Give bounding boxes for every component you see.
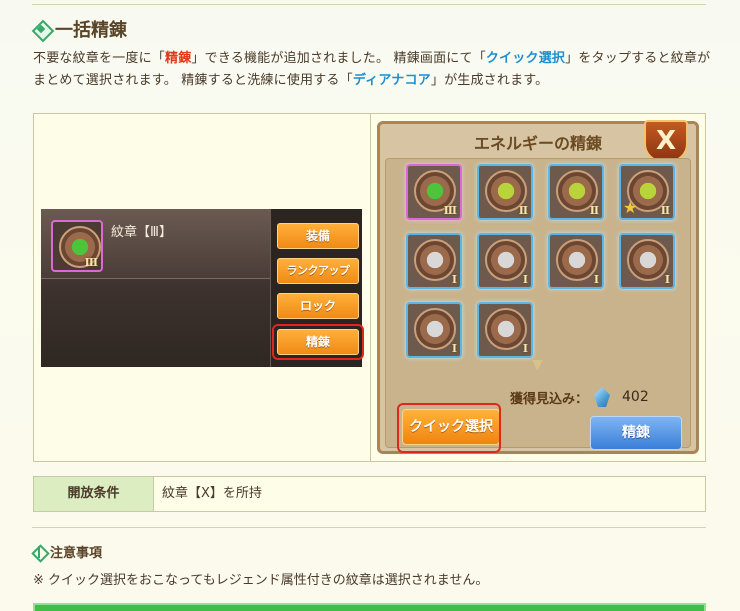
emblem-rank-badge: Ⅰ xyxy=(664,273,670,286)
emblem-rank-badge: Ⅰ xyxy=(593,273,599,286)
emblem-gem-icon xyxy=(556,239,598,281)
screenshot-figure: Ⅲ 紋章【Ⅲ】 装備 ランクアップ ロック 精錬 エネルギーの精錬 X Ⅲ Ⅱ Ⅱ ★… xyxy=(33,113,706,462)
expected-gain-label: 獲得見込み： xyxy=(510,391,589,407)
bullet-icon xyxy=(33,545,45,558)
emblem-slot[interactable]: Ⅰ xyxy=(406,233,462,289)
expected-gain-value: 402 xyxy=(622,389,649,405)
rank-up-button[interactable]: ランクアップ xyxy=(277,258,359,284)
emblem-slot[interactable]: Ⅰ xyxy=(477,233,533,289)
desc-highlight-diana-core: ディアナコア xyxy=(352,73,431,88)
emblem-gem-icon xyxy=(485,308,527,350)
emblem-slot[interactable]: Ⅰ xyxy=(548,233,604,289)
emblem-slot[interactable]: Ⅰ xyxy=(619,233,675,289)
emblem-rank-badge: Ⅱ xyxy=(660,204,670,217)
notes-heading: 注意事項 xyxy=(33,542,102,561)
emblem-rank-badge: Ⅰ xyxy=(451,342,457,355)
emblem-rank-badge: Ⅲ xyxy=(443,204,457,217)
unlock-condition-label: 開放条件 xyxy=(34,477,154,511)
emblem-rank-badge: Ⅰ xyxy=(451,273,457,286)
emblem-name: 紋章【Ⅲ】 xyxy=(111,225,172,240)
desc-highlight-quick-select: クイック選択 xyxy=(485,51,566,66)
expected-gain: 獲得見込み： 402 xyxy=(510,387,649,407)
emblem-rank-badge: Ⅰ xyxy=(522,273,528,286)
equip-button[interactable]: 装備 xyxy=(277,223,359,249)
emblem-slot[interactable]: Ⅲ xyxy=(406,164,462,220)
emblem-rank-badge: Ⅱ xyxy=(589,204,599,217)
emblem-gem-icon xyxy=(414,239,456,281)
highlight-ring xyxy=(272,324,364,360)
lock-button[interactable]: ロック xyxy=(277,293,359,319)
unlock-condition-value: 紋章【X】を所持 xyxy=(154,477,705,511)
highlight-ring xyxy=(397,403,501,453)
emblem-action-column: 装備 ランクアップ ロック 精錬 xyxy=(270,209,364,367)
emblem-icon: Ⅲ xyxy=(51,220,103,272)
figure-divider xyxy=(370,114,371,461)
desc-highlight-refine: 精錬 xyxy=(165,51,192,66)
refine-button[interactable]: 精錬 xyxy=(590,416,682,450)
desc-text: 不要な紋章を一度に「 xyxy=(33,51,166,66)
emblem-detail-panel: Ⅲ 紋章【Ⅲ】 装備 ランクアップ ロック 精錬 xyxy=(41,209,364,367)
emblem-gem-icon xyxy=(485,239,527,281)
desc-text: 」できる機能が追加されました。 精錬画面にて「 xyxy=(191,51,486,66)
section-description: 不要な紋章を一度に「精錬」できる機能が追加されました。 精錬画面にて「クイック選… xyxy=(33,48,713,92)
emblem-gem-icon xyxy=(627,239,669,281)
unlock-condition-row: 開放条件 紋章【X】を所持 xyxy=(33,476,706,512)
section-title: 一括精錬 xyxy=(55,20,127,41)
notes-divider xyxy=(32,527,706,528)
diamond-icon xyxy=(33,21,49,37)
refine-dialog: エネルギーの精錬 X Ⅲ Ⅱ Ⅱ ★ Ⅱ Ⅰ Ⅰ Ⅰ Ⅰ Ⅰ Ⅰ ▼ 獲得見込み： 402 クイック… xyxy=(377,120,699,454)
top-divider xyxy=(32,4,706,5)
emblem-rank-badge: Ⅰ xyxy=(522,342,528,355)
notes-text: ※ クイック選択をおこなってもレジェンド属性付きの紋章は選択されません。 xyxy=(33,573,489,588)
emblem-slot[interactable]: Ⅱ xyxy=(548,164,604,220)
next-section-bar xyxy=(33,603,706,611)
diana-core-icon xyxy=(594,387,611,407)
section-heading: 一括精錬 xyxy=(33,16,127,42)
close-icon[interactable]: X xyxy=(644,120,688,162)
emblem-slot[interactable]: Ⅰ xyxy=(406,302,462,358)
emblem-rank-badge: Ⅲ xyxy=(84,256,98,269)
notes-title: 注意事項 xyxy=(50,546,103,561)
emblem-slot[interactable]: Ⅰ xyxy=(477,302,533,358)
emblem-gem-icon xyxy=(414,308,456,350)
chevron-down-icon[interactable]: ▼ xyxy=(532,357,543,373)
emblem-slot[interactable]: ★ Ⅱ xyxy=(619,164,675,220)
page: 一括精錬 不要な紋章を一度に「精錬」できる機能が追加されました。 精錬画面にて「… xyxy=(0,0,740,611)
desc-text: 」が生成されます。 xyxy=(430,73,549,88)
emblem-detail-header: Ⅲ 紋章【Ⅲ】 xyxy=(41,209,270,279)
emblem-rank-badge: Ⅱ xyxy=(518,204,528,217)
emblem-slot[interactable]: Ⅱ xyxy=(477,164,533,220)
star-icon: ★ xyxy=(623,198,638,217)
